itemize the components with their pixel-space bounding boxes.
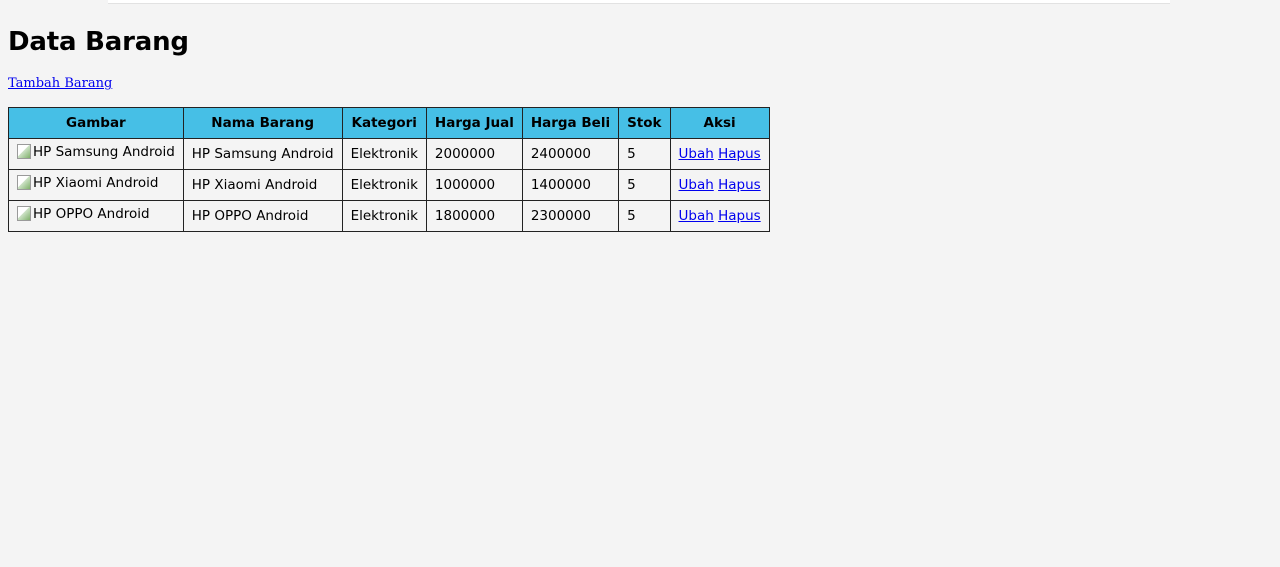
edit-link[interactable]: Ubah bbox=[679, 208, 714, 224]
cell-harga-beli: 2300000 bbox=[521, 200, 620, 232]
cell-kategori: Elektronik bbox=[341, 138, 427, 170]
broken-image-icon bbox=[17, 174, 31, 190]
product-image: HP Xiaomi Android bbox=[17, 174, 159, 192]
delete-link[interactable]: Hapus bbox=[718, 146, 761, 162]
col-header-harga-beli: Harga Beli bbox=[521, 107, 620, 139]
delete-link[interactable]: Hapus bbox=[718, 208, 761, 224]
delete-link[interactable]: Hapus bbox=[718, 177, 761, 193]
col-header-kategori: Kategori bbox=[341, 107, 427, 139]
cell-aksi: Ubah Hapus bbox=[669, 200, 770, 232]
cell-nama-barang: HP OPPO Android bbox=[182, 200, 343, 232]
cell-aksi: Ubah Hapus bbox=[669, 169, 770, 201]
cell-nama-barang: HP Xiaomi Android bbox=[182, 169, 343, 201]
col-header-aksi: Aksi bbox=[669, 107, 770, 139]
cell-gambar: HP Samsung Android bbox=[8, 138, 184, 170]
edit-link[interactable]: Ubah bbox=[679, 146, 714, 162]
cell-harga-jual: 1000000 bbox=[425, 169, 523, 201]
col-header-stok: Stok bbox=[618, 107, 671, 139]
page-title: Data Barang bbox=[8, 27, 189, 57]
cell-stok: 5 bbox=[618, 169, 671, 201]
cell-kategori: Elektronik bbox=[341, 169, 427, 201]
cell-stok: 5 bbox=[618, 200, 671, 232]
cell-gambar: HP Xiaomi Android bbox=[8, 169, 184, 201]
col-header-harga-jual: Harga Jual bbox=[425, 107, 523, 139]
cell-aksi: Ubah Hapus bbox=[669, 138, 770, 170]
page-content: Data Barang Tambah Barang Gambar Nama Ba… bbox=[8, 26, 770, 232]
cell-harga-beli: 2400000 bbox=[521, 138, 620, 170]
product-image: HP Samsung Android bbox=[17, 143, 175, 161]
table-row: HP OPPO Android HP OPPO Android Elektron… bbox=[8, 200, 770, 232]
cell-gambar: HP OPPO Android bbox=[8, 200, 184, 232]
table-row: HP Xiaomi Android HP Xiaomi Android Elek… bbox=[8, 169, 770, 201]
image-alt-text: HP Xiaomi Android bbox=[33, 175, 159, 192]
cell-nama-barang: HP Samsung Android bbox=[182, 138, 343, 170]
add-item-link[interactable]: Tambah Barang bbox=[8, 76, 112, 91]
table-row: HP Samsung Android HP Samsung Android El… bbox=[8, 138, 770, 170]
cell-harga-beli: 1400000 bbox=[521, 169, 620, 201]
product-image: HP OPPO Android bbox=[17, 205, 150, 223]
cell-harga-jual: 2000000 bbox=[425, 138, 523, 170]
browser-top-strip bbox=[0, 0, 1280, 7]
items-table: Gambar Nama Barang Kategori Harga Jual H… bbox=[8, 107, 770, 232]
broken-image-icon bbox=[17, 205, 31, 221]
image-alt-text: HP OPPO Android bbox=[33, 206, 150, 223]
image-alt-text: HP Samsung Android bbox=[33, 144, 175, 161]
cell-kategori: Elektronik bbox=[341, 200, 427, 232]
broken-image-icon bbox=[17, 143, 31, 159]
cell-harga-jual: 1800000 bbox=[425, 200, 523, 232]
col-header-gambar: Gambar bbox=[8, 107, 184, 139]
col-header-nama-barang: Nama Barang bbox=[182, 107, 343, 139]
top-strip-bar bbox=[108, 0, 1170, 4]
cell-stok: 5 bbox=[618, 138, 671, 170]
table-header-row: Gambar Nama Barang Kategori Harga Jual H… bbox=[8, 107, 770, 139]
edit-link[interactable]: Ubah bbox=[679, 177, 714, 193]
